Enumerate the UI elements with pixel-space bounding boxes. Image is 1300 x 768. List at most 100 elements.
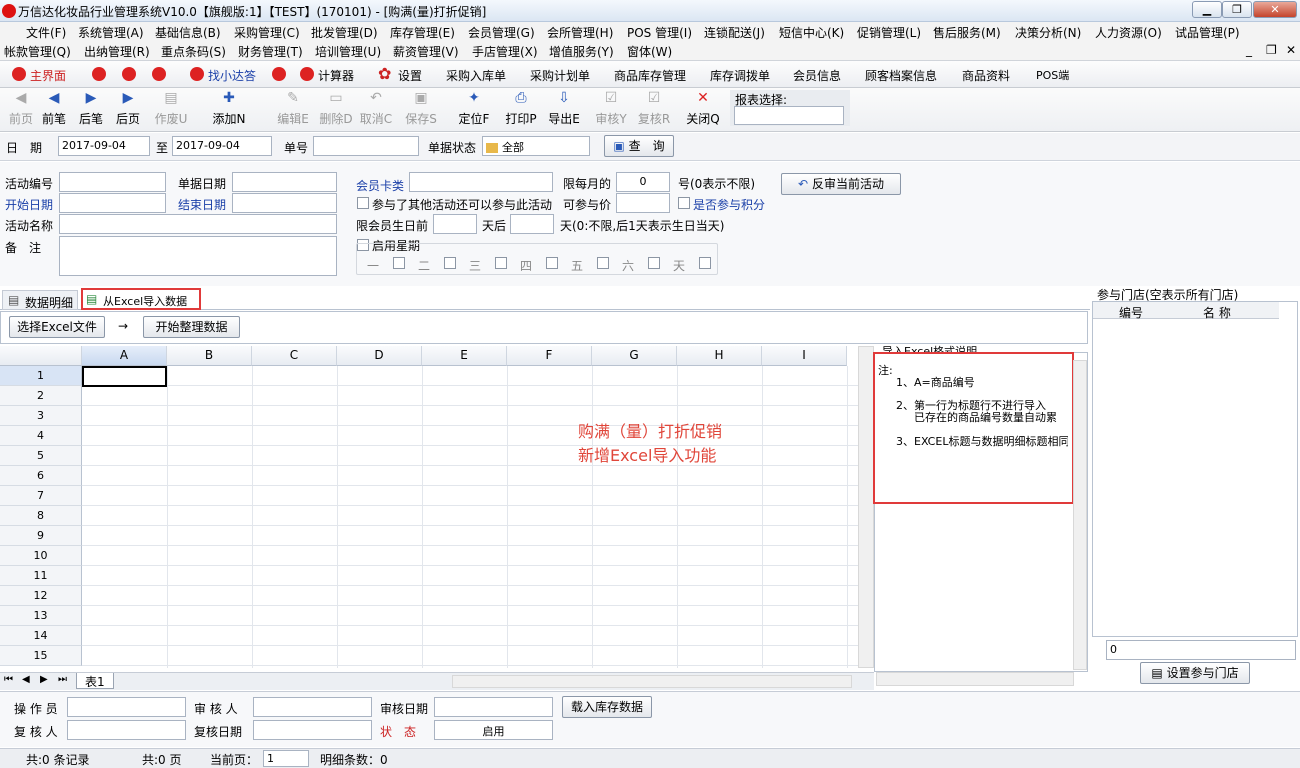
quick-link-7[interactable]: POS端 (1036, 67, 1069, 83)
menu-item-12[interactable]: 售后服务(M) (933, 24, 1001, 41)
help-vscrollbar[interactable] (1073, 360, 1087, 670)
sheet-nav-prev-icon[interactable]: ◀ (22, 674, 30, 685)
row-header-5[interactable]: 5 (0, 446, 82, 466)
quick-link-4[interactable]: 会员信息 (793, 67, 841, 84)
stores-list[interactable]: 编号 名 称 (1092, 301, 1298, 637)
selected-cell[interactable] (82, 366, 167, 387)
help-hscrollbar[interactable] (876, 672, 1074, 686)
row-header-12[interactable]: 12 (0, 586, 82, 606)
column-header-D[interactable]: D (337, 346, 422, 366)
menu-item-2[interactable]: 基础信息(B) (155, 24, 221, 41)
weekday-checkbox-1[interactable] (444, 257, 456, 269)
row-header-13[interactable]: 13 (0, 606, 82, 626)
row-header-15[interactable]: 15 (0, 646, 82, 666)
row-header-2[interactable]: 2 (0, 386, 82, 406)
minimize-button[interactable]: ▁ (1192, 1, 1222, 18)
toolbar-button-11[interactable]: ⎙ 打印P (500, 88, 542, 132)
column-header-F[interactable]: F (507, 346, 592, 366)
column-header-E[interactable]: E (422, 346, 507, 366)
join-other-checkbox[interactable] (357, 197, 369, 209)
quick-link-2[interactable]: 商品库存管理 (614, 67, 686, 84)
row-header-6[interactable]: 6 (0, 466, 82, 486)
row-header-7[interactable]: 7 (0, 486, 82, 506)
birthday-after-field[interactable] (510, 214, 554, 234)
status-select[interactable]: 全部 (482, 136, 590, 156)
row-header-10[interactable]: 10 (0, 546, 82, 566)
toolbar-button-14[interactable]: ☑ 复核R (633, 88, 675, 132)
toolbar-button-12[interactable]: ⇩ 导出E (543, 88, 585, 132)
set-stores-button[interactable]: ▤ 设置参与门店 (1140, 662, 1250, 684)
close-button[interactable]: ✕ (1253, 1, 1297, 18)
member-card-field[interactable] (409, 172, 553, 192)
toolbar-button-2[interactable]: ▶ 后笔 (70, 88, 112, 132)
column-header-A[interactable]: A (82, 346, 167, 366)
activity-no-field[interactable] (59, 172, 166, 192)
recheck-date-field[interactable] (253, 720, 372, 740)
join-points-checkbox[interactable] (678, 197, 690, 209)
row-header-1[interactable]: 1 (0, 366, 82, 386)
row-header-9[interactable]: 9 (0, 526, 82, 546)
quick-link-1[interactable]: 采购计划单 (530, 67, 590, 84)
spreadsheet-grid[interactable]: A B C D E F G H I 1 2 3 4 5 6 7 8 9 10 11 12 13 14 15 (0, 346, 858, 668)
toolbar-button-1[interactable]: ◀ 前笔 (33, 88, 75, 132)
sheet-tab[interactable]: 表1 (76, 673, 114, 689)
quick-link-0[interactable]: 采购入库单 (446, 67, 506, 84)
toolbar-button-7[interactable]: ▭ 删除D (315, 88, 357, 132)
weekday-checkbox-3[interactable] (546, 257, 558, 269)
weekday-checkbox-6[interactable] (699, 257, 711, 269)
mdi-minimize-button[interactable]: _ (1246, 43, 1252, 57)
menu-item-1[interactable]: 系统管理(A) (78, 24, 144, 41)
toolbar-button-5[interactable]: ✚ 添加N (208, 88, 250, 132)
row-header-11[interactable]: 11 (0, 566, 82, 586)
end-date-field[interactable] (232, 193, 337, 213)
end-date-label[interactable]: 结束日期 (178, 196, 226, 213)
start-date-field[interactable] (59, 193, 166, 213)
calculator-link[interactable]: 计算器 (318, 67, 354, 84)
chat-icon[interactable] (122, 67, 136, 81)
toolbar-button-13[interactable]: ☑ 审核Y (590, 88, 632, 132)
grid-corner[interactable] (0, 346, 82, 366)
column-header-H[interactable]: H (677, 346, 762, 366)
menu-item-15[interactable]: 试品管理(P) (1175, 24, 1240, 41)
join-price-field[interactable] (616, 193, 670, 213)
weekday-checkbox-0[interactable] (393, 257, 405, 269)
toolbar-button-3[interactable]: ▶ 后页 (107, 88, 149, 132)
maximize-button[interactable]: ❐ (1222, 1, 1252, 18)
mdi-restore-button[interactable]: ❐ (1266, 43, 1277, 57)
menu-item-5[interactable]: 库存管理(E) (390, 24, 455, 41)
row-header-8[interactable]: 8 (0, 506, 82, 526)
operator-field[interactable] (67, 697, 186, 717)
toolbar-button-9[interactable]: ▣ 保存S (400, 88, 442, 132)
menu2-item-7[interactable]: 增值服务(Y) (549, 43, 614, 60)
menu-item-6[interactable]: 会员管理(G) (468, 24, 535, 41)
menu-item-7[interactable]: 会所管理(H) (547, 24, 613, 41)
menu2-item-6[interactable]: 手店管理(X) (472, 43, 538, 60)
column-header-I[interactable]: I (762, 346, 847, 366)
column-header-B[interactable]: B (167, 346, 252, 366)
menu-item-13[interactable]: 决策分析(N) (1015, 24, 1081, 41)
toolbar-button-10[interactable]: ✦ 定位F (453, 88, 495, 132)
menu2-item-4[interactable]: 培训管理(U) (315, 43, 381, 60)
menu-item-3[interactable]: 采购管理(C) (234, 24, 300, 41)
query-button[interactable]: ▣ 查 询 (604, 135, 674, 157)
doc-date-field[interactable] (232, 172, 337, 192)
menu-item-9[interactable]: 连锁配送(J) (704, 24, 765, 41)
toolbar-button-8[interactable]: ↶ 取消C (355, 88, 397, 132)
revert-audit-button[interactable]: ↶ 反审当前活动 (781, 173, 901, 195)
column-header-G[interactable]: G (592, 346, 677, 366)
current-page-field[interactable]: 1 (263, 750, 309, 767)
menu-item-4[interactable]: 批发管理(D) (311, 24, 378, 41)
column-header-C[interactable]: C (252, 346, 337, 366)
toolbar-button-6[interactable]: ✎ 编辑E (272, 88, 314, 132)
remark-field[interactable] (59, 236, 337, 276)
audit-date-field[interactable] (434, 697, 553, 717)
quick-link-3[interactable]: 库存调拨单 (710, 67, 770, 84)
date-to-field[interactable]: 2017-09-04 (172, 136, 272, 156)
start-date-label[interactable]: 开始日期 (5, 196, 53, 213)
quick-link-6[interactable]: 商品资料 (962, 67, 1010, 84)
sheet-nav-next-icon[interactable]: ▶ (40, 674, 48, 685)
menu-item-10[interactable]: 短信中心(K) (779, 24, 844, 41)
start-process-button[interactable]: 开始整理数据 (143, 316, 240, 338)
menu2-item-1[interactable]: 出纳管理(R) (84, 43, 150, 60)
date-from-field[interactable]: 2017-09-04 (58, 136, 150, 156)
